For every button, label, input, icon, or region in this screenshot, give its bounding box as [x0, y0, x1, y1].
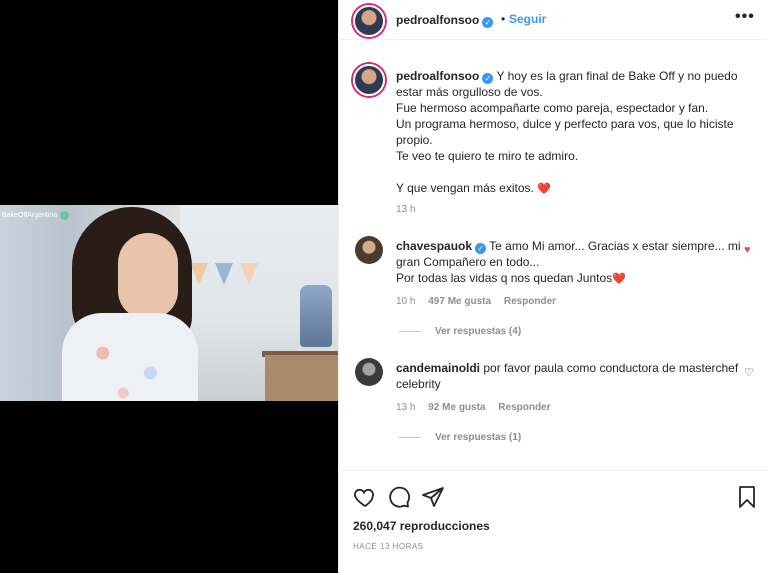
verified-badge-icon: ✓: [482, 73, 494, 84]
reply-button[interactable]: Responder: [498, 402, 550, 413]
username-link[interactable]: pedroalfonsoo: [396, 13, 479, 27]
comment-like-heart-icon[interactable]: ♥: [744, 244, 751, 256]
caption-avatar[interactable]: [353, 64, 385, 96]
post-header: pedroalfonsoo ✓ • Seguir •••: [339, 0, 767, 40]
kitchen-jar: [300, 285, 332, 347]
caption: pedroalfonsoo ✓ Y hoy es la gran final de…: [396, 68, 751, 197]
comment-bubble-icon[interactable]: [387, 485, 411, 509]
post-timestamp[interactable]: HACE 13 HORAS: [353, 542, 424, 551]
replies-divider: [399, 331, 421, 332]
post-panel: pedroalfonsoo ✓ • Seguir ••• pedroalfonso…: [338, 0, 767, 573]
comment-time[interactable]: 13 h: [396, 402, 415, 413]
view-replies-label[interactable]: Ver respuestas (1): [435, 432, 521, 443]
replies-divider: [399, 437, 421, 438]
heart-emoji: ❤️: [537, 183, 551, 195]
comment-likes[interactable]: 92 Me gusta: [428, 402, 485, 413]
caption-line: Fue hermoso acompañarte como pareja, esp…: [396, 101, 709, 115]
verified-badge-icon: ✓: [475, 243, 487, 254]
caption-time[interactable]: 13 h: [396, 204, 415, 215]
media-panel: BakeOffArgentina: [0, 0, 338, 573]
avatar[interactable]: [353, 5, 385, 37]
comment-text: chavespauok ✓ Te amo Mi amor... Gracias x…: [396, 238, 741, 287]
verified-badge-icon: ✓: [482, 17, 494, 28]
comment-like-heart-icon[interactable]: ♡: [744, 366, 754, 379]
comment-meta: 10 h 497 Me gusta Responder: [396, 296, 566, 307]
share-paper-plane-icon[interactable]: [421, 485, 445, 509]
caption-line: Y que vengan más exitos.: [396, 181, 534, 195]
watermark-text: BakeOffArgentina: [2, 212, 58, 219]
caption-line-empty: [396, 164, 751, 180]
header-username[interactable]: pedroalfonsoo ✓: [396, 13, 494, 28]
comment-body: Por todas las vidas q nos quedan Juntos: [396, 271, 613, 285]
follow-button[interactable]: Seguir: [509, 12, 546, 26]
comment-username[interactable]: candemainoldi: [396, 361, 480, 375]
reply-button[interactable]: Responder: [504, 296, 556, 307]
caption-line: Un programa hermoso, dulce y perfecto pa…: [396, 117, 734, 147]
view-replies[interactable]: Ver respuestas (4): [399, 326, 521, 337]
caption-username[interactable]: pedroalfonsoo: [396, 69, 479, 83]
video-watermark: BakeOffArgentina: [2, 211, 70, 220]
comment-likes[interactable]: 497 Me gusta: [428, 296, 491, 307]
more-options-icon[interactable]: •••: [735, 8, 755, 26]
comment-time[interactable]: 10 h: [396, 296, 415, 307]
kitchen-counter: [265, 355, 338, 401]
person-dress: [62, 313, 198, 401]
comment-meta: 13 h 92 Me gusta Responder: [396, 402, 561, 413]
comment-avatar[interactable]: [355, 358, 383, 386]
view-replies-label[interactable]: Ver respuestas (4): [435, 326, 521, 337]
view-count[interactable]: 260,047 reproducciones: [353, 519, 490, 533]
video-player[interactable]: BakeOffArgentina: [0, 205, 338, 401]
comment-avatar[interactable]: [355, 236, 383, 264]
comment-text: candemainoldi por favor paula como condu…: [396, 360, 741, 392]
caption-line: Te veo te quiero te miro te admiro.: [396, 149, 579, 163]
post-actions: 260,047 reproducciones HACE 13 HORAS: [339, 470, 767, 573]
view-replies[interactable]: Ver respuestas (1): [399, 432, 521, 443]
like-heart-icon[interactable]: [353, 485, 377, 509]
person-face: [118, 233, 178, 319]
comment-username[interactable]: chavespauok: [396, 239, 472, 253]
watermark-logo-icon: [60, 211, 70, 220]
save-bookmark-icon[interactable]: [735, 485, 759, 509]
heart-emoji: ❤️: [612, 273, 626, 285]
header-separator: •: [501, 12, 506, 26]
